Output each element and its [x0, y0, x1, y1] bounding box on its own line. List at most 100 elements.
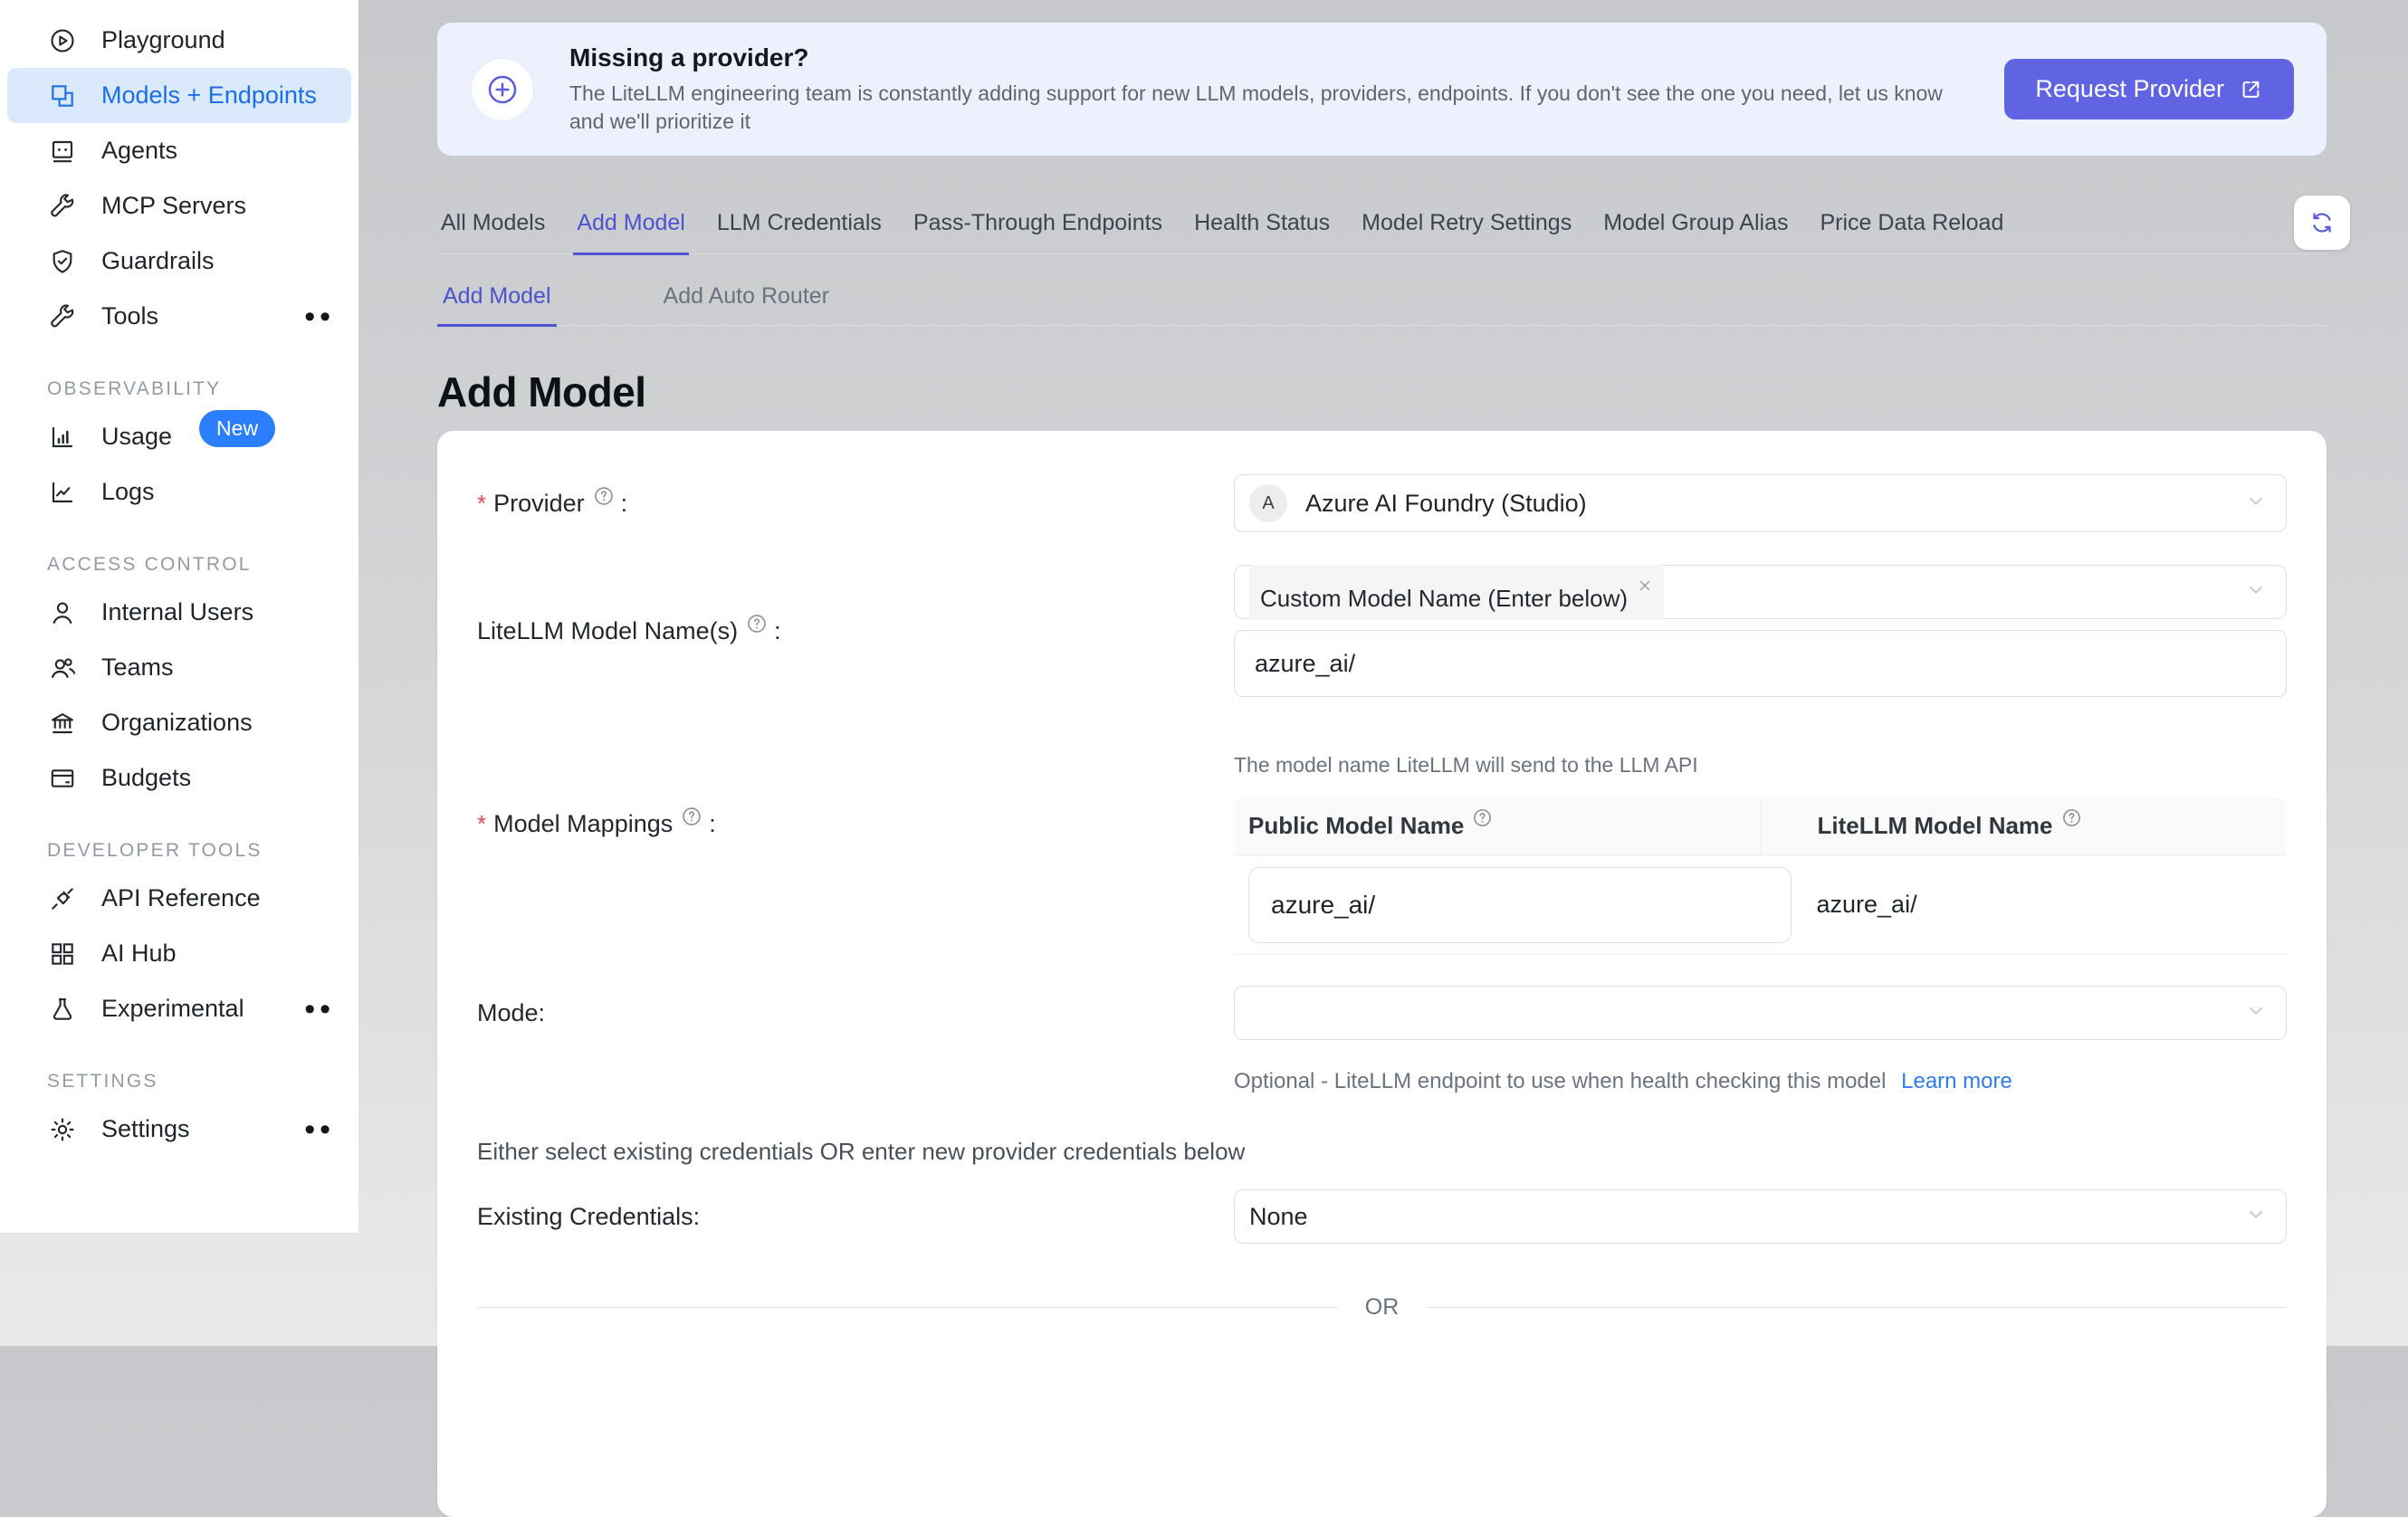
model-mappings-label: * Model Mappings :: [477, 810, 1234, 838]
sidebar-item-tools[interactable]: Tools ••: [0, 289, 358, 344]
existing-credentials-label: Existing Credentials:: [477, 1203, 1234, 1231]
page-title: Add Model: [437, 367, 2327, 416]
mode-select[interactable]: [1234, 986, 2287, 1040]
sidebar-item-agents[interactable]: Agents: [0, 123, 358, 178]
sidebar-item-usage[interactable]: Usage New: [0, 409, 358, 464]
sidebar-item-models-endpoints[interactable]: Models + Endpoints: [7, 68, 351, 123]
model-name-helper-row: The model name LiteLLM will send to the …: [477, 753, 2287, 778]
sidebar-item-experimental[interactable]: Experimental ••: [0, 981, 358, 1036]
refresh-button[interactable]: [2294, 196, 2350, 250]
close-icon[interactable]: [1637, 572, 1653, 600]
sidebar-item-mcp-servers[interactable]: MCP Servers: [0, 178, 358, 234]
learn-more-link[interactable]: Learn more: [1901, 1069, 2012, 1093]
question-circle-icon[interactable]: [2060, 806, 2083, 835]
play-circle-icon: [47, 25, 78, 56]
selected-model-tag: Custom Model Name (Enter below): [1249, 565, 1664, 620]
sidebar-section-observability: OBSERVABILITY: [0, 378, 358, 400]
existing-credentials-row: Existing Credentials: None: [477, 1189, 2287, 1244]
sidebar-item-label: Experimental: [101, 995, 244, 1023]
question-circle-icon[interactable]: [1471, 806, 1494, 835]
sidebar-item-label: Teams: [101, 654, 174, 682]
bar-chart-icon: [47, 422, 78, 453]
tab-llm-credentials[interactable]: LLM Credentials: [713, 210, 885, 253]
robot-icon: [47, 136, 78, 167]
provider-value: Azure AI Foundry (Studio): [1305, 490, 1587, 518]
plus-circle-icon: [484, 72, 521, 108]
existing-credentials-label-text: Existing Credentials: [477, 1203, 693, 1231]
model-mappings-table: Public Model Name LiteLLM Model Name: [1234, 797, 2287, 955]
model-name-helper-text: The model name LiteLLM will send to the …: [1234, 753, 2287, 778]
question-circle-icon[interactable]: [680, 805, 703, 835]
model-mappings-label-text: Model Mappings: [493, 810, 673, 838]
sidebar-section-settings: SETTINGS: [0, 1071, 358, 1092]
existing-credentials-field: None: [1234, 1189, 2287, 1244]
tab-model-group-alias[interactable]: Model Group Alias: [1600, 210, 1792, 253]
credit-card-icon: [47, 763, 78, 794]
sidebar-item-internal-users[interactable]: Internal Users: [0, 585, 358, 640]
public-model-name-input[interactable]: [1248, 867, 1792, 943]
custom-model-name-input[interactable]: [1234, 630, 2287, 697]
sidebar-section-access-control: ACCESS CONTROL: [0, 554, 358, 576]
bank-icon: [47, 708, 78, 739]
tab-all-models[interactable]: All Models: [437, 210, 549, 253]
banner-text: Missing a provider? The LiteLLM engineer…: [569, 43, 2004, 135]
line-chart-icon: [47, 477, 78, 508]
sidebar-item-teams[interactable]: Teams: [0, 640, 358, 695]
sidebar-item-budgets[interactable]: Budgets: [0, 750, 358, 806]
question-circle-icon[interactable]: [745, 612, 769, 642]
sidebar-item-label: Budgets: [101, 764, 191, 792]
sidebar-item-organizations[interactable]: Organizations: [0, 695, 358, 750]
sidebar-item-label: Logs: [101, 478, 155, 506]
primary-tab-bar: All Models Add Model LLM Credentials Pas…: [437, 210, 2327, 254]
tab-model-retry-settings[interactable]: Model Retry Settings: [1358, 210, 1575, 253]
public-model-name-header: Public Model Name: [1234, 797, 1761, 854]
sidebar-item-settings[interactable]: Settings ••: [0, 1102, 358, 1157]
chevron-down-icon: [2244, 578, 2268, 606]
question-circle-icon[interactable]: [592, 484, 616, 514]
sidebar-item-guardrails[interactable]: Guardrails: [0, 234, 358, 289]
or-divider-text: OR: [1365, 1294, 1400, 1321]
divider-line: [477, 1307, 1338, 1308]
sidebar-item-label: Settings: [101, 1115, 190, 1143]
sidebar-section-developer-tools: DEVELOPER TOOLS: [0, 840, 358, 862]
gear-icon: [47, 1114, 78, 1145]
tab-pass-through-endpoints[interactable]: Pass-Through Endpoints: [910, 210, 1166, 253]
flask-icon: [47, 994, 78, 1025]
existing-credentials-select[interactable]: None: [1234, 1189, 2287, 1244]
provider-avatar: A: [1249, 484, 1287, 522]
colon: :: [693, 1203, 701, 1231]
model-name-multiselect[interactable]: Custom Model Name (Enter below): [1234, 565, 2287, 619]
sidebar-item-label: AI Hub: [101, 940, 177, 968]
sidebar-item-ai-hub[interactable]: AI Hub: [0, 926, 358, 981]
sidebar-item-label: Organizations: [101, 709, 253, 737]
new-badge: New: [199, 410, 275, 447]
provider-label: * Provider :: [477, 490, 1234, 518]
provider-field: A Azure AI Foundry (Studio): [1234, 474, 2287, 532]
sidebar-item-label: Agents: [101, 137, 177, 165]
sidebar-item-label: Usage: [101, 423, 172, 451]
mode-label: Mode:: [477, 999, 1234, 1027]
missing-provider-banner: Missing a provider? The LiteLLM engineer…: [437, 23, 2327, 156]
existing-credentials-value: None: [1249, 1203, 1308, 1231]
request-provider-label: Request Provider: [2035, 75, 2224, 103]
sidebar-item-label: Internal Users: [101, 598, 253, 626]
app-grid-icon: [47, 939, 78, 969]
tab-health-status[interactable]: Health Status: [1190, 210, 1333, 253]
banner-icon-circle: [472, 59, 533, 120]
colon: :: [539, 999, 546, 1027]
request-provider-button[interactable]: Request Provider: [2004, 59, 2294, 119]
public-model-name-header-text: Public Model Name: [1248, 812, 1464, 840]
model-mapping-table-row: azure_ai/: [1234, 855, 2287, 955]
sidebar-item-logs[interactable]: Logs: [0, 464, 358, 520]
sidebar-item-api-reference[interactable]: API Reference: [0, 871, 358, 926]
tab-price-data-reload[interactable]: Price Data Reload: [1816, 210, 2007, 253]
subtab-add-model[interactable]: Add Model: [437, 283, 557, 327]
blocks-icon: [47, 81, 78, 111]
sidebar-item-playground[interactable]: Playground: [0, 13, 358, 68]
colon: :: [774, 617, 781, 645]
provider-select[interactable]: A Azure AI Foundry (Studio): [1234, 474, 2287, 532]
tab-add-model[interactable]: Add Model: [573, 210, 689, 255]
mode-label-text: Mode: [477, 999, 539, 1027]
chevron-down-icon: [2244, 999, 2268, 1027]
subtab-add-auto-router[interactable]: Add Auto Router: [658, 283, 835, 325]
